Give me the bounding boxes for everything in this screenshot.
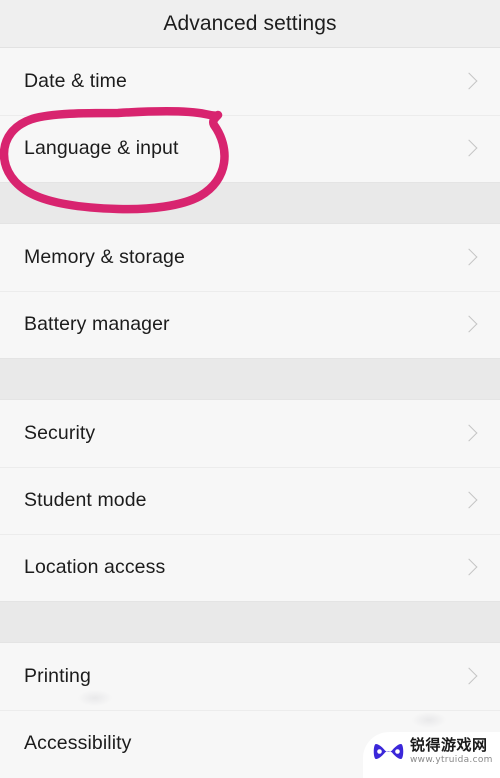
chevron-right-icon xyxy=(461,555,477,581)
settings-row-label: Battery manager xyxy=(24,313,170,335)
settings-screen: Advanced settings Date & time Language & … xyxy=(0,0,500,778)
settings-row-security[interactable]: Security xyxy=(0,400,500,467)
chevron-right-icon xyxy=(461,245,477,271)
app-header: Advanced settings xyxy=(0,0,500,48)
settings-list: Date & time Language & input Memory & stor… xyxy=(0,48,500,777)
settings-row-label: Student mode xyxy=(24,489,147,511)
chevron-right-icon xyxy=(461,488,477,514)
settings-row-date-time[interactable]: Date & time xyxy=(0,48,500,115)
chevron-right-icon xyxy=(461,664,477,690)
settings-row-accessibility[interactable]: Accessibility xyxy=(0,710,500,777)
settings-row-printing[interactable]: Printing xyxy=(0,643,500,710)
section-separator xyxy=(0,601,500,643)
settings-row-memory-storage[interactable]: Memory & storage xyxy=(0,224,500,291)
chevron-right-icon xyxy=(461,421,477,447)
chevron-right-icon xyxy=(461,136,477,162)
chevron-right-icon xyxy=(461,69,477,95)
settings-row-label: Security xyxy=(24,422,96,444)
settings-row-location-access[interactable]: Location access xyxy=(0,534,500,601)
settings-row-student-mode[interactable]: Student mode xyxy=(0,467,500,534)
settings-row-label: Date & time xyxy=(24,70,127,92)
settings-row-language-input[interactable]: Language & input xyxy=(0,115,500,182)
chevron-right-icon xyxy=(461,312,477,338)
chevron-right-icon xyxy=(461,731,477,757)
settings-row-label: Language & input xyxy=(24,137,179,159)
settings-row-label: Accessibility xyxy=(24,732,132,754)
settings-row-label: Location access xyxy=(24,556,166,578)
settings-row-label: Memory & storage xyxy=(24,246,185,268)
section-separator xyxy=(0,182,500,224)
settings-row-label: Printing xyxy=(24,665,91,687)
section-separator xyxy=(0,358,500,400)
settings-row-battery-manager[interactable]: Battery manager xyxy=(0,291,500,358)
page-title: Advanced settings xyxy=(163,11,337,35)
